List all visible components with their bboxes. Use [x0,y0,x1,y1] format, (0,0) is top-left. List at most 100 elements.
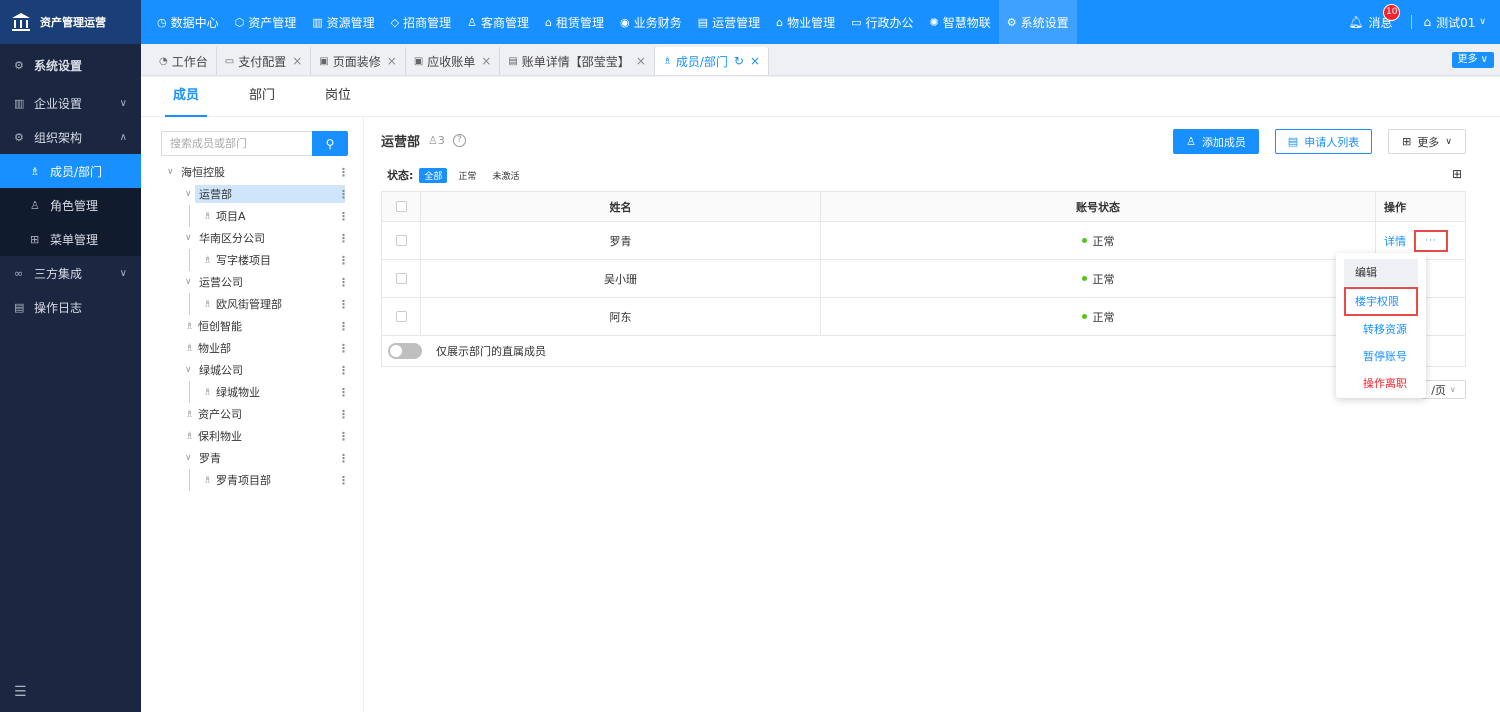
more-vertical-icon[interactable]: ⋮ [338,188,349,201]
more-vertical-icon[interactable]: ⋮ [338,232,349,245]
sidebar-item[interactable]: ▤ 操作日志 [0,290,141,324]
more-vertical-icon[interactable]: ⋮ [338,342,349,355]
suspend-account-menu-item[interactable]: 暂停账号 [1344,343,1418,370]
tree-node[interactable]: ♗ 欧风街管理部 ⋮ [161,293,361,315]
tree-node[interactable]: ∨ 绿城公司 ⋮ [161,359,361,381]
app-logo[interactable]: 资产管理运营 [0,0,141,44]
close-icon[interactable]: × [750,54,760,68]
more-vertical-icon[interactable]: ⋮ [338,364,349,377]
more-vertical-icon[interactable]: ⋮ [338,408,349,421]
topnav-item[interactable]: ♙ 客商管理 [459,0,537,44]
page-tab[interactable]: ▣ 应收账单 × [406,47,501,75]
row-checkbox[interactable] [395,311,407,322]
building-permission-menu-item[interactable]: 楼宇权限 [1344,287,1418,316]
caret-down-icon[interactable]: ∨ [185,365,197,375]
topnav-item[interactable]: ◷ 数据中心 [149,0,227,44]
close-icon[interactable]: × [387,54,397,68]
topnav-item[interactable]: ▤ 运营管理 [690,0,768,44]
edit-menu-item[interactable]: 编辑 [1344,259,1418,286]
more-vertical-icon[interactable]: ⋮ [338,298,349,311]
more-actions-button[interactable]: ⊞ 更多 ∨ [1388,129,1466,154]
sub-tab[interactable]: 岗位 [325,77,351,117]
topnav-item[interactable]: ◉ 业务财务 [612,0,690,44]
more-vertical-icon[interactable]: ⋮ [338,386,349,399]
tree-node[interactable]: ♗ 恒创智能 ⋮ [161,315,361,337]
applicant-list-button[interactable]: ▤ 申请人列表 [1275,129,1372,154]
topnav-item[interactable]: ✺ 智慧物联 [922,0,999,44]
row-checkbox[interactable] [395,273,407,284]
search-button[interactable]: ⚲ [312,131,348,156]
close-icon[interactable]: × [636,54,646,68]
transfer-resources-menu-item[interactable]: 转移资源 [1344,316,1418,343]
tree-node[interactable]: ♗ 罗青项目部 ⋮ [161,469,361,491]
tree-node[interactable]: ♗ 物业部 ⋮ [161,337,361,359]
bell-icon: 🔔︎ [1348,15,1364,29]
topnav-item[interactable]: ▥ 资源管理 [304,0,382,44]
account-status: 正常 [1092,272,1115,286]
row-more-button[interactable]: ··· [1414,229,1448,252]
tree-node[interactable]: ♗ 绿城物业 ⋮ [161,381,361,403]
topnav-item[interactable]: ◇ 招商管理 [383,0,459,44]
tabs-more-button[interactable]: 更多 ∨ [1451,52,1494,68]
page-tab[interactable]: ▭ 支付配置 × [217,47,312,75]
page-tab[interactable]: ♗ 成员/部门 ↻ × [654,47,770,75]
status-filter-chip[interactable]: 正常 [453,168,481,183]
more-vertical-icon[interactable]: ⋮ [338,320,349,333]
search-input[interactable]: 搜索成员或部门 [161,131,312,156]
tree-node[interactable]: ♗ 资产公司 ⋮ [161,403,361,425]
tree-node[interactable]: ∨ 罗青 ⋮ [161,447,361,469]
caret-down-icon[interactable]: ∨ [185,277,197,287]
refresh-icon[interactable]: ↻ [734,54,744,68]
more-vertical-icon[interactable]: ⋮ [338,474,349,487]
sidebar-item[interactable]: ⊞ 菜单管理 [0,222,141,256]
sidebar-item[interactable]: ∞ 三方集成 ∨ [0,256,141,290]
more-vertical-icon[interactable]: ⋮ [338,276,349,289]
caret-down-icon[interactable]: ∨ [185,453,197,463]
tree-node[interactable]: ∨ 运营部 ⋮ [161,183,361,205]
topnav-item[interactable]: ▭ 行政办公 [843,0,921,44]
tree-node[interactable]: ∨ 华南区分公司 ⋮ [161,227,361,249]
sub-tab[interactable]: 成员 [164,77,208,117]
user-menu[interactable]: ⌂ 测试01 ∨ [1424,14,1487,31]
sidebar-item[interactable]: ▥ 企业设置 ∨ [0,86,141,120]
tree-node[interactable]: ∨ 海恒控股 ⋮ [161,161,361,183]
status-filter-chip[interactable]: 未激活 [487,168,524,183]
tree-guide-line [189,293,190,315]
sidebar-item[interactable]: ♗ 成员/部门 [0,154,141,188]
caret-down-icon[interactable]: ∨ [185,233,197,243]
more-vertical-icon[interactable]: ⋮ [338,430,349,443]
caret-down-icon[interactable]: ∨ [167,167,179,177]
detail-link[interactable]: 详情 [1384,233,1406,249]
sidebar-item[interactable]: ♙ 角色管理 [0,188,141,222]
page-tab[interactable]: ◔ 工作台 [151,47,217,75]
page-tab[interactable]: ▣ 页面装修 × [311,47,406,75]
more-vertical-icon[interactable]: ⋮ [338,166,349,179]
add-member-button[interactable]: ♙ 添加成员 [1173,129,1259,154]
topnav-item[interactable]: ⌂ 租赁管理 [537,0,612,44]
page-size-select[interactable]: /页 ∨ [1421,380,1466,399]
close-icon[interactable]: × [481,54,491,68]
topnav-item[interactable]: ⌂ 物业管理 [768,0,843,44]
direct-members-toggle[interactable] [388,343,422,359]
more-vertical-icon[interactable]: ⋮ [338,452,349,465]
page-tab[interactable]: ▤ 账单详情【邵莹莹】 × [500,47,655,75]
topnav-item[interactable]: ⚙ 系统设置 [998,0,1077,44]
tree-node[interactable]: ♗ 项目A ⋮ [161,205,361,227]
close-icon[interactable]: × [292,54,302,68]
row-checkbox[interactable] [395,235,407,246]
column-settings-icon[interactable]: ⊞ [1452,167,1462,181]
tree-node[interactable]: ∨ 运营公司 ⋮ [161,271,361,293]
topnav-item[interactable]: ⬡ 资产管理 [227,0,305,44]
collapse-sidebar-icon[interactable]: ☰ [14,684,27,700]
select-all-checkbox[interactable] [395,201,407,212]
tree-node[interactable]: ♗ 写字楼项目 ⋮ [161,249,361,271]
sub-tab[interactable]: 部门 [249,77,275,117]
status-filter-chip[interactable]: 全部 [419,167,448,183]
sidebar-item[interactable]: ⚙ 组织架构 ∧ [0,120,141,154]
resign-menu-item[interactable]: 操作离职 [1344,370,1418,397]
messages-button[interactable]: 🔔︎ 消息 10 [1348,3,1401,31]
more-vertical-icon[interactable]: ⋮ [338,210,349,223]
help-icon[interactable]: ? [452,133,466,147]
tree-node[interactable]: ♗ 保利物业 ⋮ [161,425,361,447]
more-vertical-icon[interactable]: ⋮ [338,254,349,267]
